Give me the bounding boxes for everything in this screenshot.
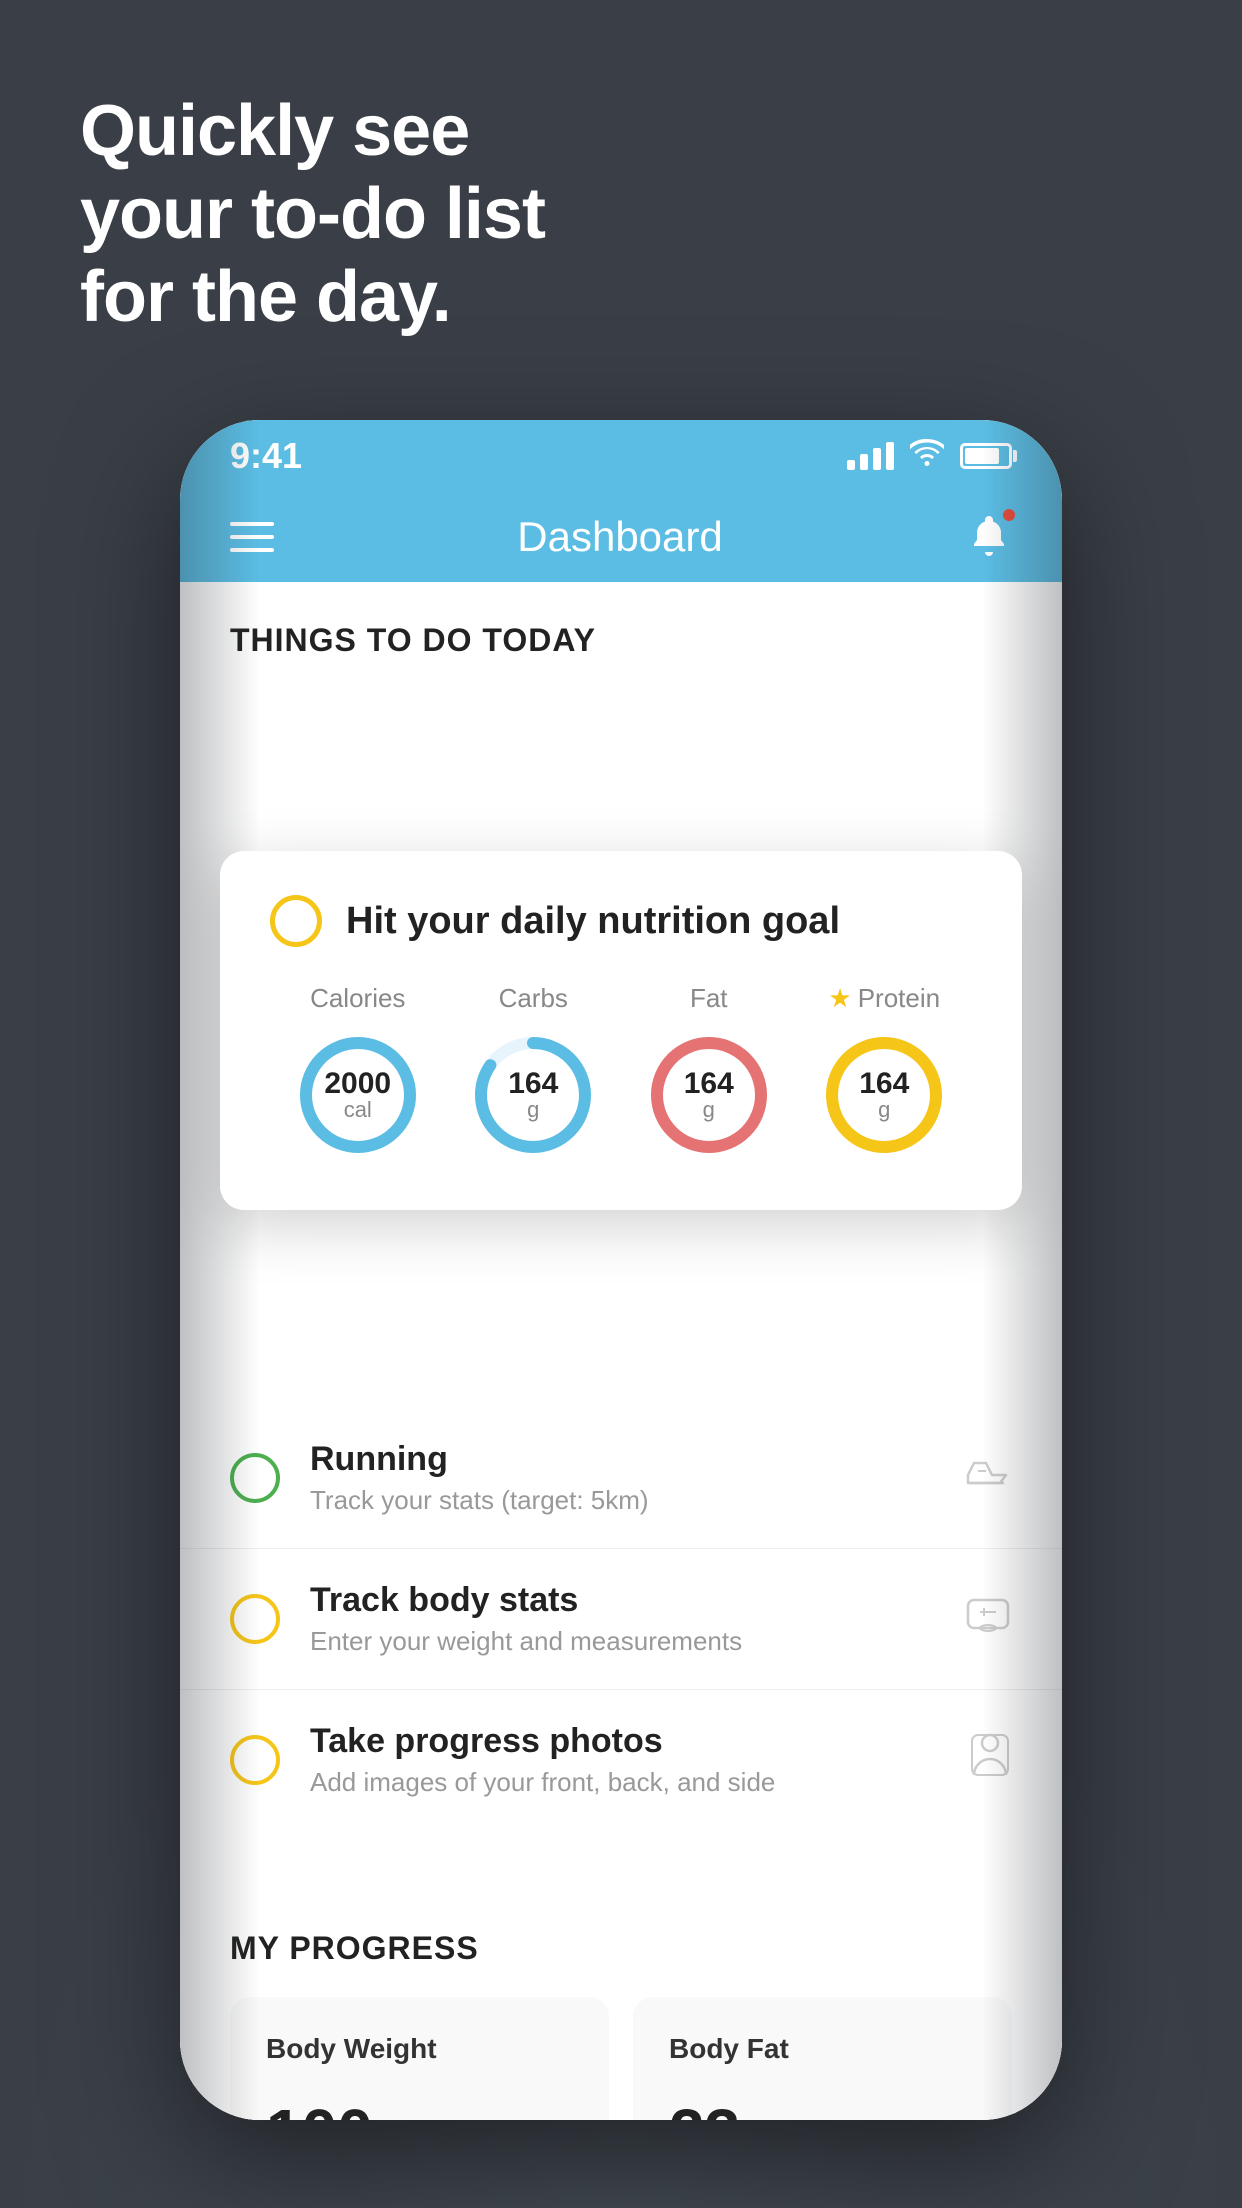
body-stats-radio[interactable] <box>230 1594 280 1644</box>
phone-frame: 9:41 <box>180 420 1062 2120</box>
wifi-icon <box>910 439 944 474</box>
protein-donut: 164 g <box>819 1030 949 1160</box>
scrollable-content: THINGS TO DO TODAY Hit your daily nutrit… <box>180 582 1062 2120</box>
fat-stat: Fat 164 g <box>644 983 774 1160</box>
notification-bell-button[interactable] <box>966 512 1012 563</box>
fat-label: Fat <box>690 983 728 1014</box>
star-icon: ★ <box>828 983 851 1014</box>
fat-donut: 164 g <box>644 1030 774 1160</box>
body-weight-title: Body Weight <box>266 2033 573 2065</box>
body-stats-title: Track body stats <box>310 1581 934 1620</box>
progress-section: MY PROGRESS Body Weight 100 kg <box>180 1890 1062 2120</box>
nutrition-stats: Calories 2000 cal <box>270 983 972 1160</box>
nutrition-goal-title: Hit your daily nutrition goal <box>346 900 840 943</box>
body-weight-card[interactable]: Body Weight 100 kg <box>230 1997 609 2120</box>
carbs-donut: 164 g <box>468 1030 598 1160</box>
scale-icon <box>964 1592 1012 1646</box>
notification-dot <box>1000 506 1018 524</box>
protein-value-center: 164 g <box>859 1067 909 1123</box>
card-title-row: Hit your daily nutrition goal <box>270 895 972 947</box>
things-section-header: THINGS TO DO TODAY <box>180 582 1062 679</box>
headline-line3: for the day. <box>80 256 545 339</box>
calories-label: Calories <box>310 983 405 1014</box>
shoe-icon <box>964 1455 1012 1501</box>
content-wrapper: THINGS TO DO TODAY Hit your daily nutrit… <box>180 582 1062 2120</box>
progress-cards: Body Weight 100 kg <box>230 1997 1012 2120</box>
protein-label: Protein <box>858 983 940 1014</box>
running-radio[interactable] <box>230 1453 280 1503</box>
progress-photos-radio[interactable] <box>230 1735 280 1785</box>
hamburger-line <box>230 535 274 539</box>
todo-item-running[interactable]: Running Track your stats (target: 5km) <box>180 1408 1062 1549</box>
carbs-value-center: 164 g <box>508 1067 558 1123</box>
body-fat-value-row: 23 % <box>669 2095 976 2120</box>
headline-line2: your to-do list <box>80 173 545 256</box>
hamburger-line <box>230 548 274 552</box>
carbs-stat: Carbs 164 g <box>468 983 598 1160</box>
person-icon <box>968 1731 1012 1789</box>
todo-item-progress-photos[interactable]: Take progress photos Add images of your … <box>180 1690 1062 1830</box>
hamburger-menu[interactable] <box>230 522 274 552</box>
running-title: Running <box>310 1440 934 1479</box>
body-weight-value-row: 100 kg <box>266 2095 573 2120</box>
calories-stat: Calories 2000 cal <box>293 983 423 1160</box>
app-header: Dashboard <box>180 492 1062 582</box>
status-bar: 9:41 <box>180 420 1062 492</box>
progress-photos-title: Take progress photos <box>310 1722 938 1761</box>
fat-value-center: 164 g <box>684 1067 734 1123</box>
protein-label-row: ★ Protein <box>828 983 940 1014</box>
calories-value-center: 2000 cal <box>324 1067 391 1123</box>
header-title: Dashboard <box>517 513 722 561</box>
headline: Quickly see your to-do list for the day. <box>80 90 545 338</box>
nutrition-card: Hit your daily nutrition goal Calories <box>220 851 1022 1210</box>
battery-icon <box>960 443 1012 469</box>
spacer <box>180 1830 1062 1890</box>
progress-photos-subtitle: Add images of your front, back, and side <box>310 1767 938 1798</box>
todo-list: Running Track your stats (target: 5km) <box>180 1408 1062 1830</box>
nutrition-goal-radio[interactable] <box>270 895 322 947</box>
progress-photos-text: Take progress photos Add images of your … <box>310 1722 938 1798</box>
headline-line1: Quickly see <box>80 90 545 173</box>
hamburger-line <box>230 522 274 526</box>
phone-inner: 9:41 <box>180 420 1062 2120</box>
calories-donut: 2000 cal <box>293 1030 423 1160</box>
protein-stat: ★ Protein 164 <box>819 983 949 1160</box>
body-fat-value: 23 <box>669 2095 740 2120</box>
carbs-label: Carbs <box>499 983 568 1014</box>
body-fat-card[interactable]: Body Fat 23 % <box>633 1997 1012 2120</box>
body-stats-subtitle: Enter your weight and measurements <box>310 1626 934 1657</box>
todo-item-body-stats[interactable]: Track body stats Enter your weight and m… <box>180 1549 1062 1690</box>
signal-icon <box>847 442 894 470</box>
running-text: Running Track your stats (target: 5km) <box>310 1440 934 1516</box>
body-fat-title: Body Fat <box>669 2033 976 2065</box>
body-weight-value: 100 <box>266 2095 373 2120</box>
status-time: 9:41 <box>230 435 302 477</box>
progress-header: MY PROGRESS <box>230 1930 1012 1967</box>
body-stats-text: Track body stats Enter your weight and m… <box>310 1581 934 1657</box>
status-icons <box>847 439 1012 474</box>
running-subtitle: Track your stats (target: 5km) <box>310 1485 934 1516</box>
